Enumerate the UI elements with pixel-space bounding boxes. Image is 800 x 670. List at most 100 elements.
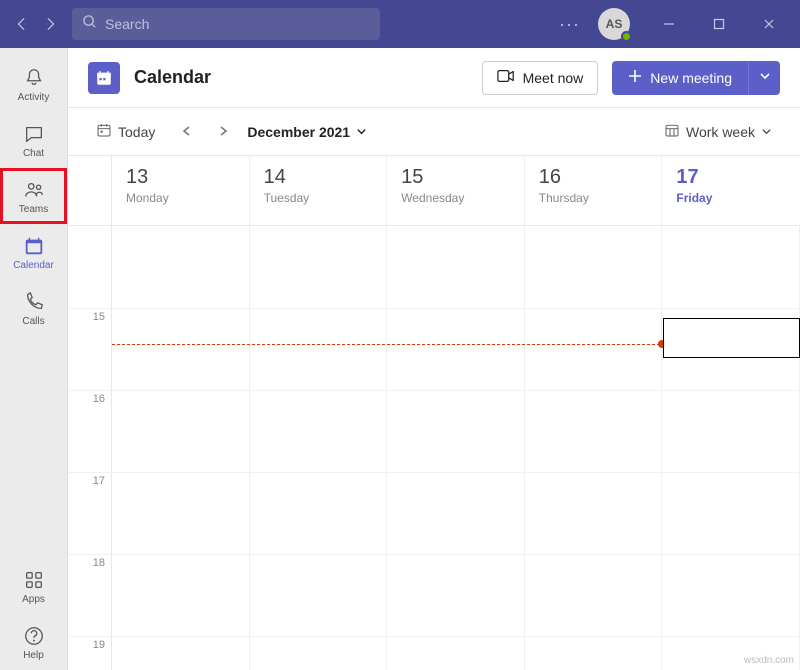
time-slot[interactable] [662,226,800,308]
time-slot[interactable] [525,390,663,472]
time-slot[interactable] [662,554,800,636]
minimize-button[interactable] [646,8,692,40]
time-slot[interactable] [250,472,388,554]
rail-label: Help [23,650,44,661]
time-slot[interactable] [250,554,388,636]
hour-label: 16 [68,390,112,472]
time-slot[interactable] [525,226,663,308]
chevron-down-icon [761,124,772,140]
day-header[interactable]: 15 Wednesday [387,156,525,225]
time-slot[interactable] [387,472,525,554]
day-name: Monday [126,191,235,205]
people-icon [22,178,46,202]
rail-calendar[interactable]: Calendar [0,224,67,280]
search-icon [82,14,97,34]
time-slot[interactable] [662,390,800,472]
rail-label: Chat [23,148,44,159]
close-button[interactable] [746,8,792,40]
month-picker[interactable]: December 2021 [247,124,367,140]
time-slot-selection[interactable] [663,318,800,358]
day-name: Wednesday [401,191,510,205]
chevron-down-icon [759,70,771,85]
day-number: 15 [401,166,510,189]
time-slot[interactable] [662,472,800,554]
page-header: Calendar Meet now New meeting [68,48,800,108]
time-slot[interactable] [250,226,388,308]
rail-chat[interactable]: Chat [0,112,67,168]
avatar[interactable]: AS [598,8,630,40]
rail-apps[interactable]: Apps [0,558,67,614]
time-slot[interactable] [387,308,525,390]
rail-label: Calls [22,316,44,327]
app-rail: Activity Chat Teams Calendar Calls Apps [0,48,68,670]
apps-icon [22,568,46,592]
time-slot[interactable] [525,472,663,554]
calendar-toolbar: Today December 2021 Work week [68,108,800,156]
search-input[interactable] [105,16,370,32]
avatar-initials: AS [606,17,623,31]
view-picker[interactable]: Work week [656,118,780,145]
video-icon [497,69,515,86]
time-slot[interactable] [387,554,525,636]
hour-label: 15 [68,308,112,390]
day-number: 14 [264,166,373,189]
rail-help[interactable]: Help [0,614,67,670]
time-slot[interactable] [250,390,388,472]
day-number: 17 [676,166,786,189]
next-week-button[interactable] [211,120,235,144]
meet-now-label: Meet now [523,70,584,86]
search-box[interactable] [72,8,380,40]
time-slot[interactable] [387,226,525,308]
rail-label: Activity [18,92,50,103]
back-button[interactable] [8,10,36,38]
hour-label: 19 [68,636,112,670]
today-icon [96,122,112,141]
calendar-badge-icon [88,62,120,94]
time-slot[interactable] [525,308,663,390]
meet-now-button[interactable]: Meet now [482,61,599,95]
day-header[interactable]: 16 Thursday [525,156,663,225]
help-icon [22,624,46,648]
view-label: Work week [686,124,755,140]
today-button[interactable]: Today [88,118,163,145]
day-header[interactable]: 14 Tuesday [250,156,388,225]
hour-label [68,226,112,308]
chevron-down-icon [356,124,367,140]
more-button[interactable]: ··· [549,8,590,41]
chat-icon [22,122,46,146]
time-slot[interactable] [525,554,663,636]
day-number: 13 [126,166,235,189]
new-meeting-button[interactable]: New meeting [612,61,748,95]
phone-icon [22,290,46,314]
time-slot[interactable] [112,636,250,670]
time-slot[interactable] [112,390,250,472]
new-meeting-label: New meeting [650,70,732,86]
new-meeting-dropdown[interactable] [748,61,780,95]
time-slot[interactable] [112,308,250,390]
rail-calls[interactable]: Calls [0,280,67,336]
time-slot[interactable] [250,308,388,390]
forward-button[interactable] [36,10,64,38]
maximize-button[interactable] [696,8,742,40]
rail-label: Calendar [13,260,54,271]
day-header[interactable]: 13 Monday [112,156,250,225]
rail-teams[interactable]: Teams [0,168,67,224]
rail-label: Teams [19,204,48,215]
rail-activity[interactable]: Activity [0,56,67,112]
presence-available-icon [621,31,632,42]
day-number: 16 [539,166,648,189]
today-label: Today [118,124,155,140]
time-slot[interactable] [525,636,663,670]
main-content: Calendar Meet now New meeting [68,48,800,670]
time-slot[interactable] [387,390,525,472]
time-slot[interactable] [112,472,250,554]
time-slot[interactable] [250,636,388,670]
day-header-today[interactable]: 17 Friday [662,156,800,225]
calendar-grid[interactable]: 1516171819 [68,226,800,670]
plus-icon [628,69,642,86]
time-slot[interactable] [112,554,250,636]
time-slot[interactable] [387,636,525,670]
day-name: Tuesday [264,191,373,205]
prev-week-button[interactable] [175,120,199,144]
time-slot[interactable] [112,226,250,308]
